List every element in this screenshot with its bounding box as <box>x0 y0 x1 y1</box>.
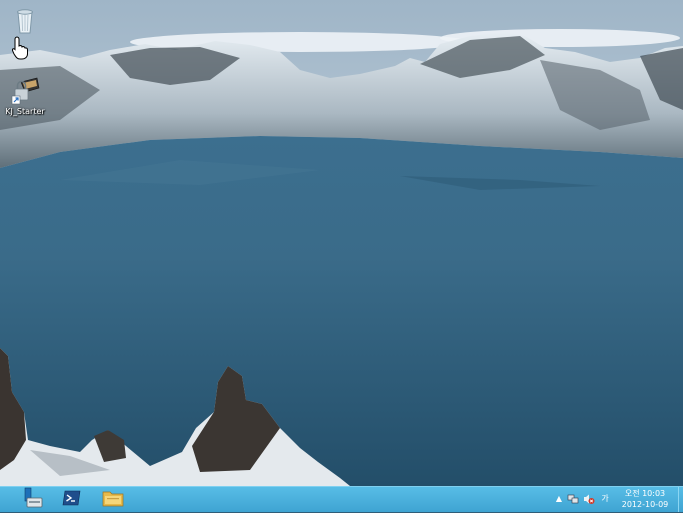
file-explorer-button[interactable] <box>94 488 132 512</box>
kj-starter-shortcut[interactable]: KJ_Starter <box>3 74 47 117</box>
show-hidden-icons-button[interactable]: ▲ <box>553 493 565 505</box>
recycle-bin-shortcut[interactable] <box>3 4 47 37</box>
desktop: KJ_Starter <box>0 0 683 486</box>
recycle-bin-icon <box>9 4 41 36</box>
network-icon[interactable] <box>567 493 579 505</box>
ime-indicator[interactable]: 가 <box>599 493 611 505</box>
clock-date: 2012-10-09 <box>621 500 669 509</box>
powershell-icon <box>61 487 83 513</box>
show-desktop-button[interactable] <box>678 487 683 512</box>
desktop-wallpaper <box>0 0 683 486</box>
hand-pointer-icon <box>11 36 28 60</box>
clock[interactable]: 오전 10:03 2012-10-09 <box>613 488 677 510</box>
powershell-button[interactable] <box>53 488 91 512</box>
taskbar: ▲ 가 오전 10:03 2012-10-09 <box>0 486 683 512</box>
clock-time: 오전 10:03 <box>624 489 666 498</box>
server-manager-icon <box>22 487 44 513</box>
kj-starter-label: KJ_Starter <box>5 107 45 116</box>
server-manager-button[interactable] <box>14 487 52 513</box>
lock-shortcut-icon <box>9 74 41 106</box>
file-explorer-icon <box>101 487 125 513</box>
volume-muted-icon[interactable] <box>583 493 595 505</box>
